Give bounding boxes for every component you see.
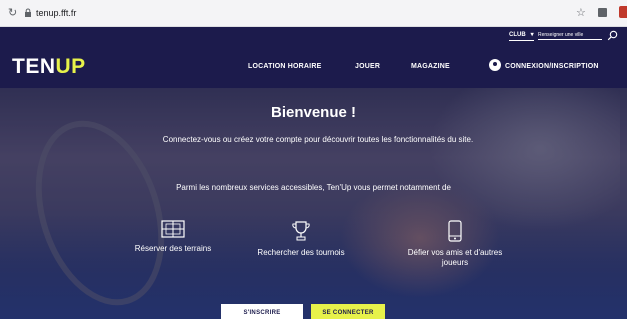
nav-magazine[interactable]: MAGAZINE <box>411 62 450 71</box>
hero-section: Bienvenue ! Connectez-vous ou créez votr… <box>0 88 627 319</box>
hero-services-text: Parmi les nombreux services accessibles,… <box>176 183 451 192</box>
feature-rechercher-tournois[interactable]: Rechercher des tournois <box>246 220 356 258</box>
reload-icon[interactable]: ↻ <box>8 7 19 18</box>
login-button[interactable]: SE CONNECTER <box>311 304 385 319</box>
feature-reserver-terrains[interactable]: Réserver des terrains <box>118 220 228 254</box>
feature-label: Réserver des terrains <box>134 244 212 253</box>
club-select[interactable]: CLUB ▾ <box>509 31 534 41</box>
hero-title: Bienvenue ! <box>270 104 357 121</box>
main-nav: TENUP LOCATION HORAIRE JOUER MAGAZINE CO… <box>0 45 627 88</box>
feature-label: Défier vos amis et d'autres joueurs <box>407 248 503 267</box>
hero-intro-text: Connectez-vous ou créez votre compte pou… <box>162 135 474 144</box>
trophy-icon <box>292 221 310 241</box>
search-icon[interactable] <box>607 30 618 41</box>
club-select-label: CLUB <box>509 32 526 38</box>
address-bar[interactable]: tenup.fft.fr <box>36 8 76 19</box>
extension-icon[interactable] <box>598 8 607 17</box>
feature-defier-amis[interactable]: Défier vos amis et d'autres joueurs <box>400 220 510 268</box>
feature-label: Rechercher des tournois <box>257 248 345 257</box>
phone-icon <box>448 220 462 242</box>
user-avatar-icon[interactable] <box>489 59 501 71</box>
signup-button[interactable]: S'INSCRIRE <box>221 304 303 319</box>
logo-up: UP <box>55 55 86 78</box>
chevron-down-icon: ▾ <box>530 32 534 38</box>
nav-connexion-inscription[interactable]: CONNEXION/INSCRIPTION <box>505 62 599 71</box>
browser-toolbar: ↻ tenup.fft.fr ☆ <box>0 0 627 27</box>
logo-ten: TEN <box>12 55 56 78</box>
court-icon <box>161 220 185 238</box>
nav-location-horaire[interactable]: LOCATION HORAIRE <box>248 62 321 71</box>
profile-icon[interactable] <box>619 6 627 18</box>
nav-jouer[interactable]: JOUER <box>355 62 380 71</box>
bookmark-star-icon[interactable]: ☆ <box>576 7 586 18</box>
tenup-logo[interactable]: TENUP <box>12 55 86 79</box>
city-search-input[interactable] <box>538 30 602 40</box>
hero-overlay <box>0 88 627 319</box>
lock-icon <box>25 8 31 17</box>
utility-bar: CLUB ▾ <box>0 27 627 45</box>
